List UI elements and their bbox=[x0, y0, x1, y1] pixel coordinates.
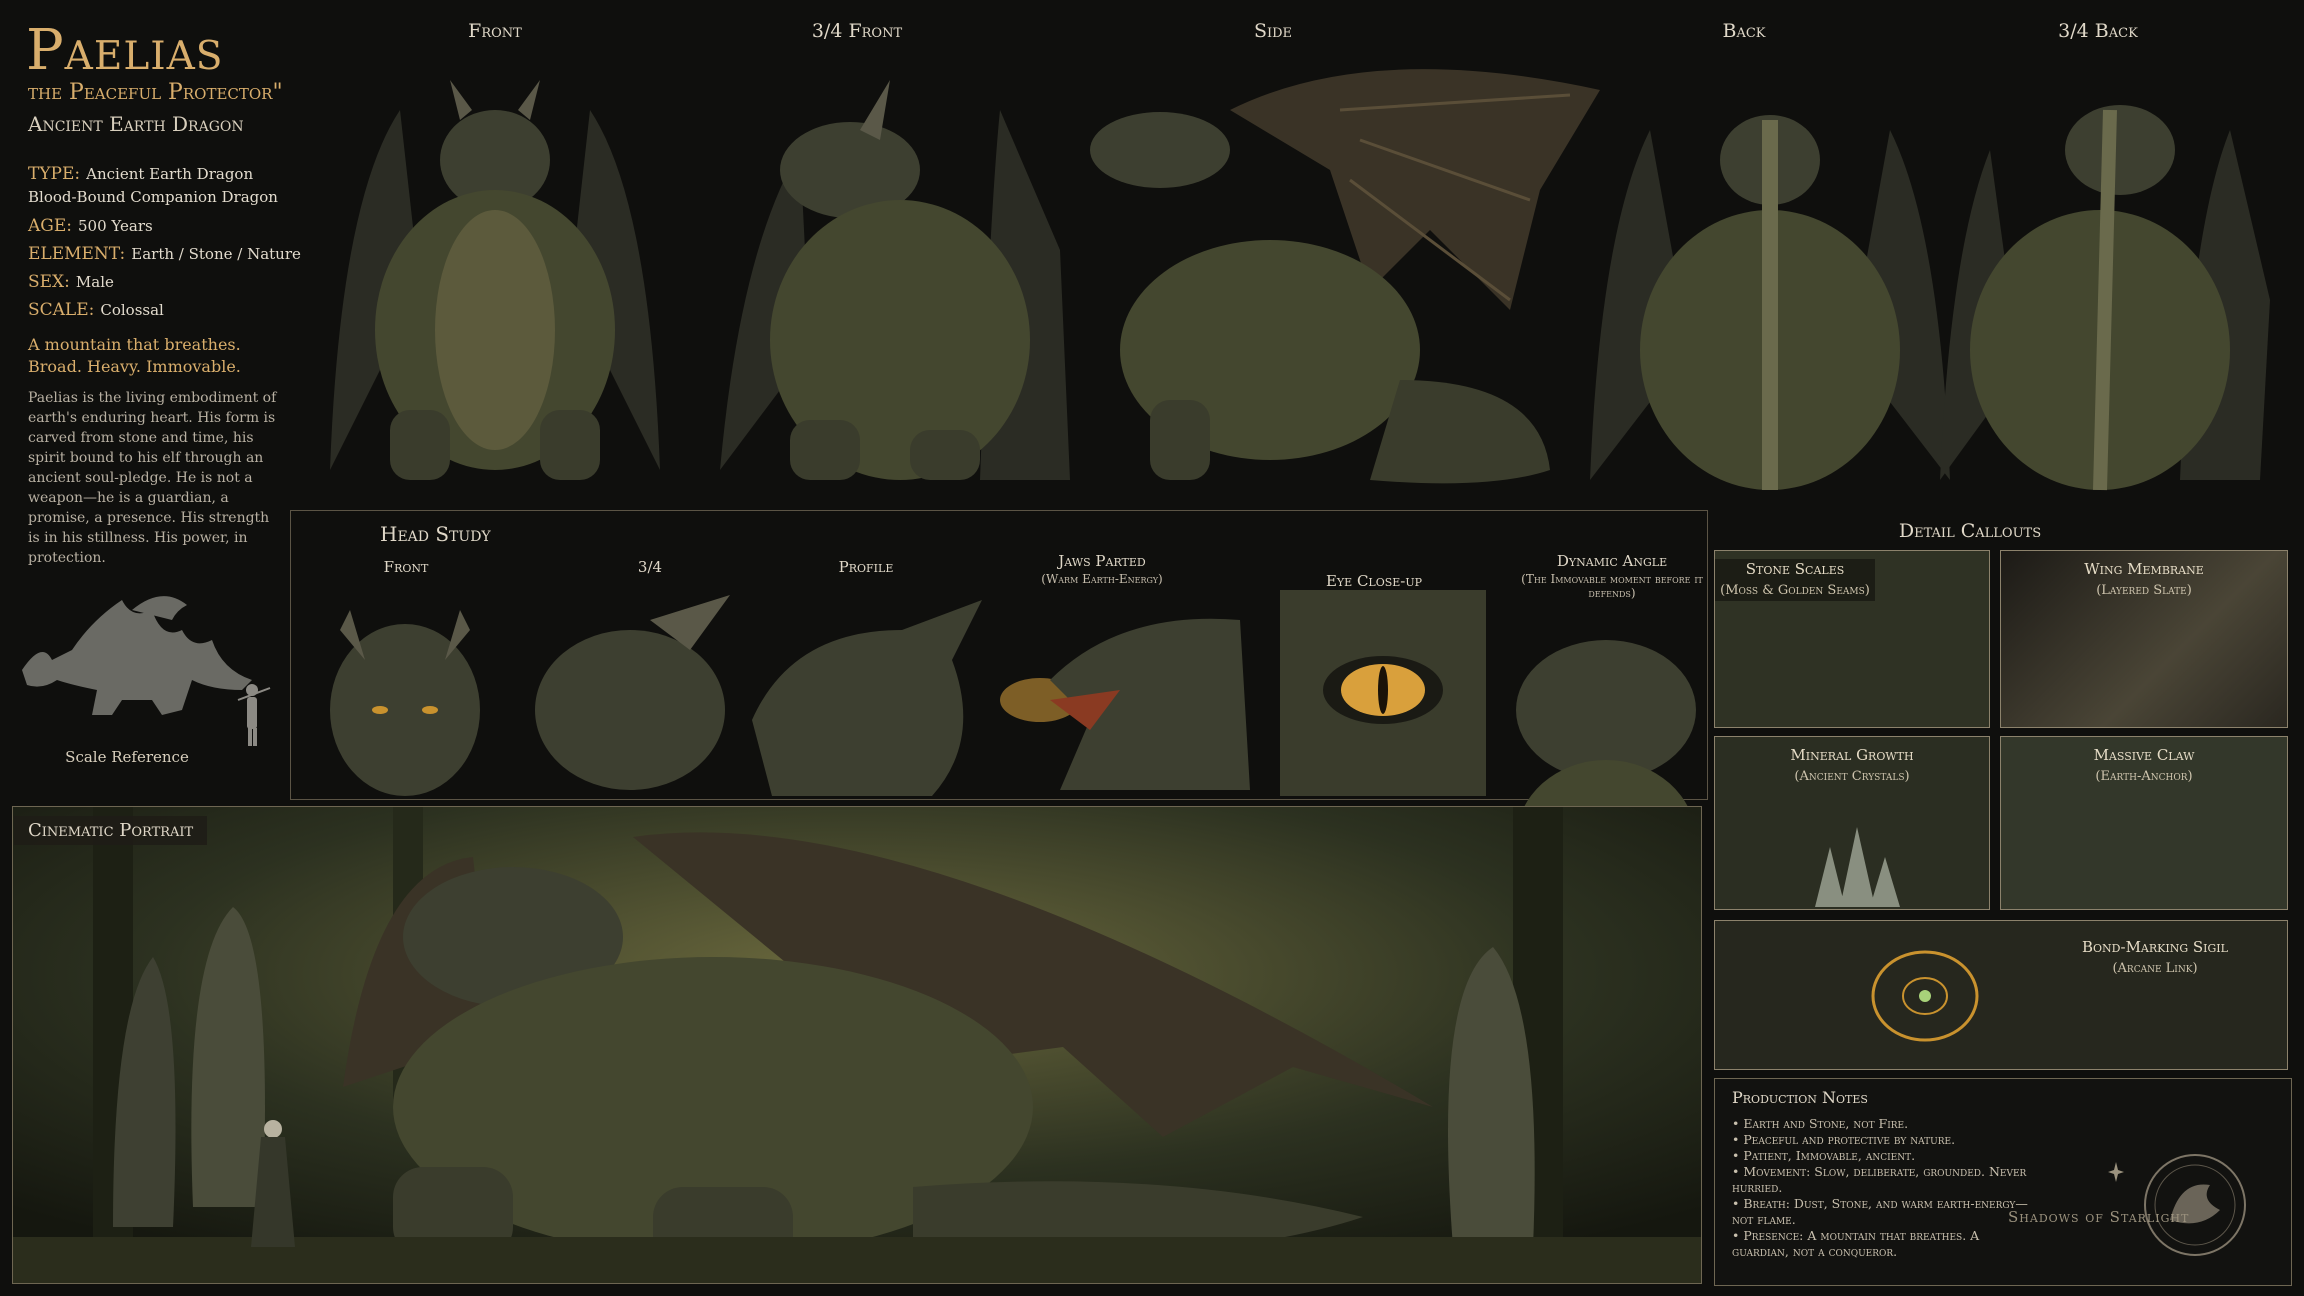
note-item: Patient, Immovable, ancient. bbox=[1732, 1148, 2032, 1164]
tagline: A mountain that breathes. Broad. Heavy. … bbox=[28, 334, 278, 378]
callout-mineral-growth: Mineral Growth (Ancient Crystals) bbox=[1714, 736, 1990, 910]
dragon-view-three-quarter-back bbox=[1930, 50, 2290, 500]
head-label-three-quarter: 3/4 bbox=[637, 558, 663, 576]
studio-watermark: Shadows of Starlight bbox=[2008, 1208, 2190, 1226]
head-study-title: Head Study bbox=[380, 522, 491, 546]
note-item: Breath: Dust, Stone, and warm earth-ener… bbox=[1732, 1196, 2032, 1228]
stat-type-2: Blood-Bound Companion Dragon bbox=[28, 188, 278, 206]
stat-age: AGE: 500 Years bbox=[28, 216, 153, 236]
head-sub-dynamic-angle: (The Immovable moment before it defends) bbox=[1521, 572, 1703, 600]
head-study-profile bbox=[752, 590, 982, 796]
note-item: Earth and Stone, not Fire. bbox=[1732, 1116, 2032, 1132]
dragon-view-back bbox=[1570, 50, 1970, 500]
head-study-front bbox=[320, 590, 490, 796]
stat-type: TYPE: Ancient Earth Dragon bbox=[28, 164, 254, 184]
cinematic-portrait-label: Cinematic Portrait bbox=[14, 816, 208, 845]
view-label-three-quarter-back: 3/4 Back bbox=[2058, 20, 2138, 42]
view-label-back: Back bbox=[1722, 20, 1766, 42]
dragon-emblem-icon bbox=[2144, 1154, 2246, 1256]
callout-stone-scales: Stone Scales (Moss & Golden Seams) bbox=[1714, 550, 1990, 728]
head-label-front: Front bbox=[383, 558, 429, 576]
callout-bond-marking-sigil: Bond-Marking Sigil (Arcane Link) bbox=[1714, 920, 2288, 1070]
dragon-view-front bbox=[300, 50, 690, 500]
head-sub-jaws-parted: (Warm Earth-Energy) bbox=[1041, 572, 1163, 586]
callout-stone-scales-label: Stone Scales (Moss & Golden Seams) bbox=[1715, 559, 1875, 601]
sigil-icon bbox=[1871, 950, 1979, 1042]
head-study-three-quarter bbox=[530, 590, 730, 796]
stat-sex: SEX: Male bbox=[28, 272, 114, 292]
stat-scale: SCALE: Colossal bbox=[28, 300, 164, 320]
callout-mineral-growth-label: Mineral Growth (Ancient Crystals) bbox=[1790, 746, 1914, 784]
star-icon bbox=[2108, 1162, 2124, 1182]
callout-bond-marking-sigil-label: Bond-Marking Sigil (Arcane Link) bbox=[2082, 938, 2228, 976]
character-name: Paelias bbox=[26, 18, 224, 83]
note-item: Movement: Slow, deliberate, grounded. Ne… bbox=[1732, 1164, 2032, 1196]
scale-reference-label: Scale Reference bbox=[65, 748, 189, 766]
production-notes-list: Earth and Stone, not Fire. Peaceful and … bbox=[1732, 1116, 2032, 1260]
callout-wing-membrane: Wing Membrane (Layered Slate) bbox=[2000, 550, 2288, 728]
character-description: Paelias is the living embodiment of eart… bbox=[28, 390, 277, 566]
note-item: Presence: A mountain that breathes. A gu… bbox=[1732, 1228, 2032, 1260]
character-epithet: the Peaceful Protector" bbox=[28, 80, 283, 105]
callout-massive-claw-label: Massive Claw (Earth-Anchor) bbox=[2093, 746, 2195, 784]
head-study-eye-closeup bbox=[1280, 590, 1486, 796]
head-label-dynamic-angle: Dynamic Angle bbox=[1556, 552, 1668, 570]
head-study-jaws-parted bbox=[1000, 590, 1260, 796]
crystal-cluster-icon bbox=[1815, 827, 1900, 907]
scale-reference: Scale Reference bbox=[12, 580, 282, 770]
stat-element: ELEMENT: Earth / Stone / Nature bbox=[28, 244, 301, 264]
character-class: Ancient Earth Dragon bbox=[28, 112, 244, 136]
callout-massive-claw: Massive Claw (Earth-Anchor) bbox=[2000, 736, 2288, 910]
note-item: Peaceful and protective by nature. bbox=[1732, 1132, 2032, 1148]
detail-callouts-title: Detail Callouts bbox=[1898, 520, 2042, 542]
head-label-profile: Profile bbox=[838, 558, 894, 576]
view-label-side: Side bbox=[1253, 20, 1293, 42]
head-label-eye-closeup: Eye Close-up bbox=[1325, 572, 1423, 590]
view-label-front: Front bbox=[468, 20, 522, 42]
tagline-line-2: Broad. Heavy. Immovable. bbox=[28, 357, 241, 376]
production-notes-title: Production Notes bbox=[1732, 1088, 1868, 1107]
callout-wing-membrane-label: Wing Membrane (Layered Slate) bbox=[2084, 560, 2204, 598]
cinematic-portrait bbox=[12, 806, 1702, 1284]
view-label-three-quarter-front: 3/4 Front bbox=[811, 20, 903, 42]
tagline-line-1: A mountain that breathes. bbox=[28, 335, 241, 354]
dragon-view-three-quarter-front bbox=[680, 50, 1100, 500]
head-label-jaws-parted: Jaws Parted bbox=[1058, 552, 1146, 570]
dragon-view-side bbox=[1070, 50, 1610, 500]
dragon-and-elf-silhouette-icon bbox=[22, 596, 271, 746]
